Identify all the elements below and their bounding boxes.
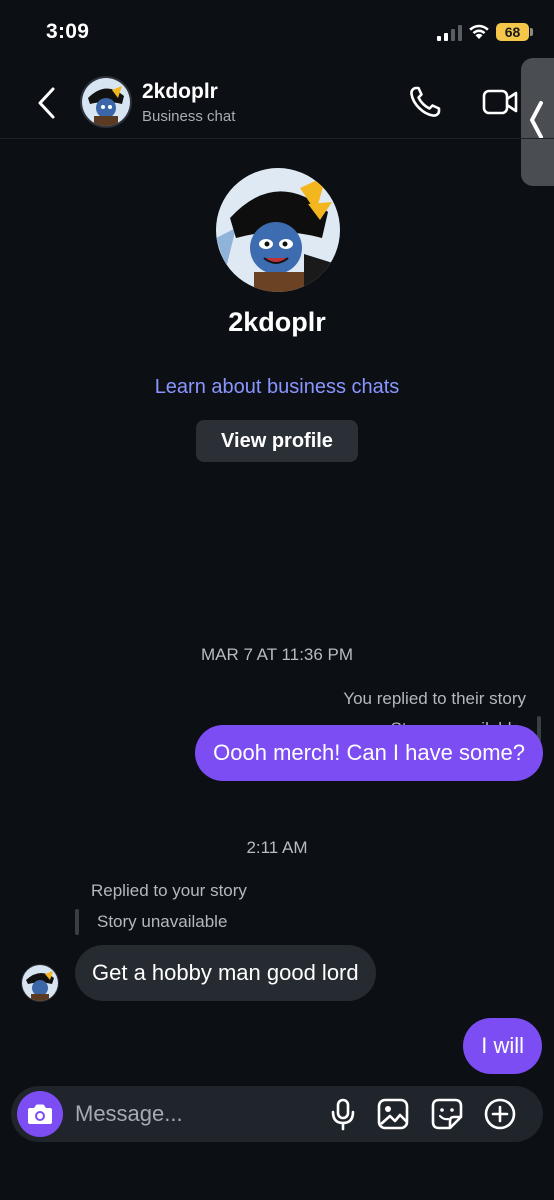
incoming-message[interactable]: Get a hobby man good lord bbox=[75, 945, 376, 1001]
avatar-image bbox=[82, 78, 130, 126]
message-input[interactable] bbox=[75, 1098, 315, 1130]
phone-icon[interactable] bbox=[408, 85, 442, 119]
status-time: 3:09 bbox=[46, 20, 90, 43]
sticker-icon[interactable] bbox=[430, 1097, 464, 1131]
profile-name: 2kdoplr bbox=[228, 307, 326, 337]
camera-button[interactable] bbox=[17, 1091, 63, 1137]
story-reply-note: You replied to their story bbox=[343, 689, 526, 708]
image-icon[interactable] bbox=[376, 1097, 410, 1131]
outgoing-message[interactable]: I will bbox=[463, 1018, 542, 1074]
story-status[interactable]: Story unavailable bbox=[97, 912, 227, 932]
camera-icon bbox=[28, 1104, 52, 1124]
timestamp: MAR 7 AT 11:36 PM bbox=[200, 645, 354, 664]
battery-indicator: 68 bbox=[496, 23, 529, 41]
outgoing-message[interactable]: Oooh merch! Can I have some? bbox=[195, 725, 543, 781]
view-profile-button[interactable]: View profile bbox=[196, 420, 358, 462]
header-avatar[interactable] bbox=[80, 76, 132, 128]
avatar-image bbox=[216, 168, 340, 292]
video-camera-icon[interactable] bbox=[482, 86, 518, 118]
profile-avatar[interactable] bbox=[216, 168, 340, 292]
header-name[interactable]: 2kdoplr bbox=[142, 80, 218, 104]
battery-tip bbox=[530, 28, 533, 36]
story-reply-bar bbox=[75, 909, 79, 935]
learn-business-chats-link[interactable]: Learn about business chats bbox=[0, 376, 554, 399]
wifi-icon bbox=[469, 24, 489, 39]
avatar-image bbox=[22, 965, 58, 1001]
microphone-icon[interactable] bbox=[326, 1097, 360, 1131]
header-divider bbox=[0, 138, 554, 139]
story-reply-note: Replied to your story bbox=[91, 881, 247, 900]
back-button[interactable] bbox=[34, 86, 60, 120]
cellular-signal-icon bbox=[437, 25, 462, 41]
timestamp: 2:11 AM bbox=[246, 838, 308, 857]
header-subtitle: Business chat bbox=[142, 108, 236, 125]
plus-circle-icon[interactable] bbox=[483, 1097, 517, 1131]
sender-avatar[interactable] bbox=[21, 964, 59, 1002]
